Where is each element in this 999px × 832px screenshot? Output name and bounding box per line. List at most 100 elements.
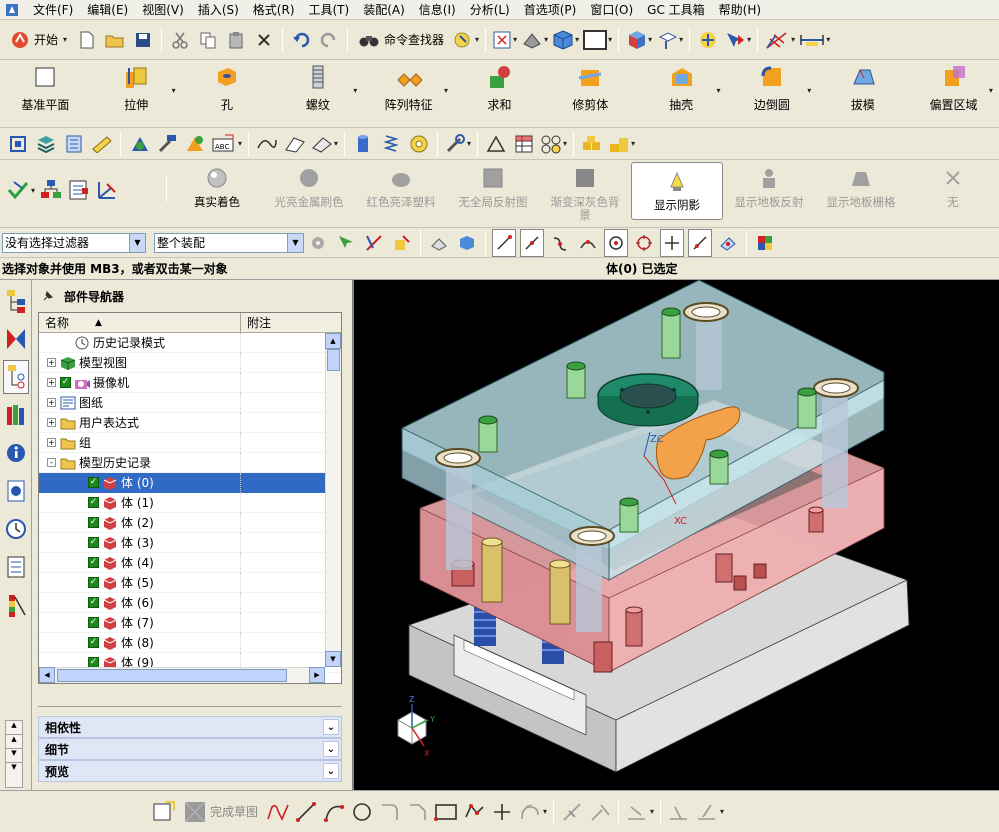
section-preview[interactable]: 预览 ⌄ xyxy=(38,760,342,782)
column-header-name[interactable]: 名称 ▲ xyxy=(39,313,241,332)
point-icon[interactable] xyxy=(490,798,514,826)
select-solid-icon[interactable] xyxy=(455,229,479,257)
tree-row-0[interactable]: 历史记录模式 xyxy=(39,332,341,353)
process-studio-icon[interactable] xyxy=(3,550,29,584)
circle-icon[interactable] xyxy=(350,798,374,826)
checkbox-checked-icon[interactable]: ✓ xyxy=(88,617,99,628)
render-button-4[interactable]: 渐变深灰色背景 xyxy=(539,160,631,222)
layer-stack-icon[interactable] xyxy=(34,130,58,158)
tree-row-14[interactable]: ✓ 体 (7) xyxy=(39,612,341,633)
menu-item-0[interactable]: 文件(F) xyxy=(26,1,80,18)
axis-tool-icon[interactable] xyxy=(95,176,119,204)
tree-horizontal-scrollbar[interactable]: ◀ ▶ xyxy=(39,667,325,683)
menu-item-12[interactable]: 帮助(H) xyxy=(712,1,768,18)
tree-row-12[interactable]: ✓ 体 (5) xyxy=(39,572,341,593)
render-style-icon[interactable]: ▾ xyxy=(521,26,548,54)
splitter[interactable] xyxy=(38,706,342,712)
web-browser-icon[interactable] xyxy=(3,474,29,508)
pin-icon[interactable] xyxy=(42,290,54,302)
expand-icon[interactable]: + xyxy=(47,378,56,387)
snap-midpoint-icon[interactable] xyxy=(520,228,544,257)
tree-row-3[interactable]: + 图纸 xyxy=(39,392,341,413)
snap-point-on-curve-icon[interactable] xyxy=(688,228,712,257)
polygon-icon[interactable] xyxy=(462,798,486,826)
bearing-icon[interactable] xyxy=(407,130,431,158)
scroll-up-icon[interactable]: ▲ xyxy=(6,735,22,749)
checkbox-checked-icon[interactable]: ✓ xyxy=(88,497,99,508)
filter-settings-icon[interactable] xyxy=(306,229,330,257)
section-details[interactable]: 细节 ⌄ xyxy=(38,738,342,760)
arc-icon[interactable] xyxy=(322,798,346,826)
tree-row-11[interactable]: ✓ 体 (4) xyxy=(39,552,341,573)
move-component-icon[interactable] xyxy=(183,130,207,158)
quick-trim-icon[interactable] xyxy=(560,798,584,826)
info-icon[interactable] xyxy=(3,436,29,470)
measure-icon[interactable]: ▾ xyxy=(799,26,830,54)
make-corner-icon[interactable]: ▾ xyxy=(625,798,654,826)
text-note-icon[interactable]: ABC ▾ xyxy=(211,130,242,158)
touch-mode-icon[interactable]: ▾ xyxy=(452,26,479,54)
expand-icon[interactable]: + xyxy=(47,358,56,367)
render-button-1[interactable]: 光亮金属刷色 xyxy=(263,160,355,222)
tree-row-15[interactable]: ✓ 体 (8) xyxy=(39,632,341,653)
checkbox-checked-icon[interactable]: ✓ xyxy=(88,517,99,528)
check-geometry-icon[interactable]: ▾ xyxy=(6,176,35,204)
shaded-cube-icon[interactable]: ▾ xyxy=(552,26,579,54)
collapse-icon[interactable]: - xyxy=(47,458,56,467)
tools-wrench-icon[interactable]: ▾ xyxy=(444,130,471,158)
column-header-note[interactable]: 附注 xyxy=(241,313,271,332)
constraints-icon[interactable] xyxy=(667,798,691,826)
menu-item-3[interactable]: 插入(S) xyxy=(191,1,246,18)
tree-row-1[interactable]: + 模型视图 xyxy=(39,352,341,373)
render-button-2[interactable]: 红色亮泽塑料 xyxy=(355,160,447,222)
tree-row-10[interactable]: ✓ 体 (3) xyxy=(39,532,341,553)
resource-scrollbar[interactable]: ▲ ▲ ▼ ▼ xyxy=(5,720,23,788)
checkbox-checked-icon[interactable]: ✓ xyxy=(88,637,99,648)
cylinder-icon[interactable] xyxy=(351,130,375,158)
feature-button-3[interactable]: 螺纹 ▾ xyxy=(272,60,363,113)
menu-item-4[interactable]: 格式(R) xyxy=(246,1,302,18)
render-button-0[interactable]: 真实着色 xyxy=(171,160,263,222)
snap-existing-point-icon[interactable] xyxy=(660,228,684,257)
save-icon[interactable] xyxy=(131,26,155,54)
graphics-viewport[interactable]: ZC XC Z Y X xyxy=(352,280,999,790)
checkbox-checked-icon[interactable]: ✓ xyxy=(88,577,99,588)
surface-tool-icon[interactable] xyxy=(283,130,307,158)
render-button-8[interactable]: 无 xyxy=(907,160,999,222)
assembly-navigator-icon[interactable] xyxy=(3,284,29,318)
line-icon[interactable] xyxy=(294,798,318,826)
background-icon[interactable]: ▾ xyxy=(583,26,612,54)
feature-button-7[interactable]: 抽壳 ▾ xyxy=(636,60,727,113)
delete-icon[interactable] xyxy=(252,26,276,54)
select-face-icon[interactable] xyxy=(334,229,358,257)
triangle-icon[interactable] xyxy=(484,130,508,158)
menu-item-11[interactable]: GC 工具箱 xyxy=(640,1,712,18)
scroll-down-icon[interactable]: ▼ xyxy=(6,749,22,763)
feature-button-10[interactable]: 偏置区域 ▾ xyxy=(908,60,999,113)
scroll-right-icon[interactable]: ▶ xyxy=(309,667,325,683)
list-icon[interactable] xyxy=(62,130,86,158)
sketch-pencil-icon[interactable] xyxy=(90,130,114,158)
feature-button-2[interactable]: 孔 xyxy=(182,60,273,113)
tree-row-8[interactable]: ✓ 体 (1) xyxy=(39,492,341,513)
profile-icon[interactable] xyxy=(266,798,290,826)
checkbox-checked-icon[interactable]: ✓ xyxy=(88,477,99,488)
command-finder-button[interactable]: 命令查找器 xyxy=(354,26,448,54)
section-dependencies[interactable]: 相依性 ⌄ xyxy=(38,716,342,738)
menu-item-8[interactable]: 分析(L) xyxy=(463,1,517,18)
wave-link-icon[interactable] xyxy=(127,130,151,158)
constraint-navigator-icon[interactable] xyxy=(3,322,29,356)
mold-assembly-model[interactable]: ZC XC Z Y X xyxy=(354,280,999,790)
feature-button-1[interactable]: 拉伸 ▾ xyxy=(91,60,182,113)
select-edge-icon[interactable] xyxy=(362,229,386,257)
curve-tool-icon[interactable] xyxy=(255,130,279,158)
assembly-tree-icon[interactable] xyxy=(39,176,63,204)
pattern-icon[interactable]: ▾ xyxy=(540,130,567,158)
menu-item-9[interactable]: 首选项(P) xyxy=(517,1,584,18)
scroll-thumb[interactable] xyxy=(327,349,340,371)
feature-button-8[interactable]: 边倒圆 ▾ xyxy=(727,60,818,113)
scroll-down-icon[interactable]: ▼ xyxy=(325,651,341,667)
selection-filter-select[interactable]: 没有选择过滤器 ▼ xyxy=(2,232,146,253)
tree-row-9[interactable]: ✓ 体 (2) xyxy=(39,512,341,533)
tree-vertical-scrollbar[interactable]: ▲ ▼ xyxy=(325,333,341,667)
